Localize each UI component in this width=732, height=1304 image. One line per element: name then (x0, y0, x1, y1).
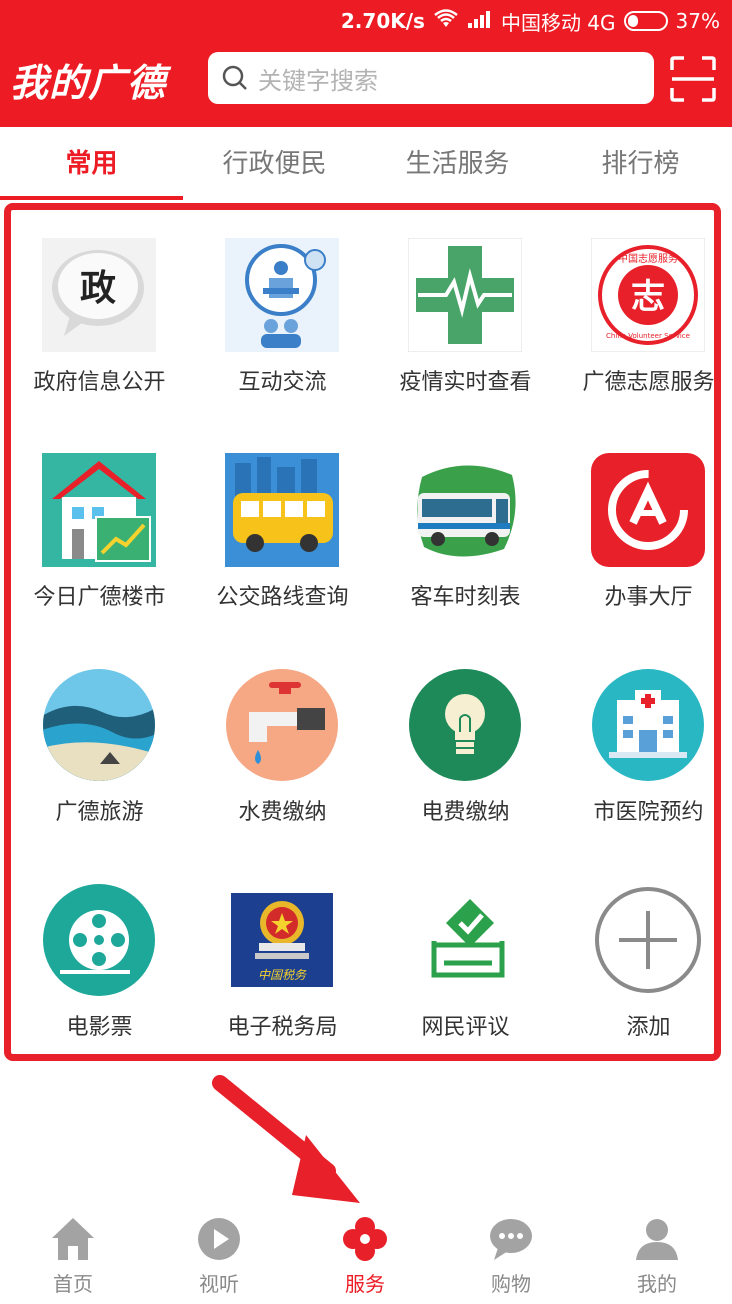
svg-text:志: 志 (631, 277, 665, 317)
nav-item-profile[interactable]: 我的 (584, 1200, 730, 1304)
service-label: 添加 (626, 1015, 671, 1040)
status-bar: 2.70K/s 中国移动 4G 37% (340, 8, 720, 35)
hospital-icon (591, 668, 705, 782)
nav-item-services[interactable]: 服务 (292, 1200, 438, 1304)
service-item-add[interactable]: 添加 (557, 855, 732, 1070)
medical-cross-icon (407, 237, 523, 353)
service-item-service-hall[interactable]: 办事大厅 (557, 425, 732, 640)
service-label: 电费缴纳 (421, 800, 510, 825)
clover-icon (343, 1217, 387, 1261)
signal-icon (467, 9, 493, 34)
search-placeholder: 关键字搜索 (258, 66, 378, 95)
service-item-tourism[interactable]: 广德旅游 (8, 640, 191, 855)
service-item-gov-info[interactable]: 政 政府信息公开 (8, 210, 191, 425)
chat-icon (490, 1219, 532, 1260)
service-label: 电影票 (66, 1015, 133, 1040)
service-item-tax-bureau[interactable]: 中国税务 电子税务局 (191, 855, 374, 1070)
add-icon (591, 883, 705, 997)
nav-label: 服务 (345, 1272, 385, 1296)
home-icon (52, 1218, 94, 1260)
service-label: 今日广德楼市 (33, 585, 166, 610)
tax-bureau-icon: 中国税务 (225, 883, 339, 997)
tourism-icon (42, 668, 156, 782)
gov-info-icon: 政 (42, 238, 156, 352)
active-tab-indicator (0, 196, 183, 200)
service-label: 水费缴纳 (238, 800, 327, 825)
battery-icon (623, 11, 668, 31)
ballot-icon (408, 883, 522, 997)
play-icon (198, 1218, 240, 1260)
nav-label: 购物 (491, 1272, 531, 1296)
service-label: 电子税务局 (227, 1015, 338, 1040)
tab-administration[interactable]: 行政便民 (183, 127, 366, 201)
nav-item-home[interactable]: 首页 (0, 1200, 146, 1304)
water-tap-icon (225, 668, 339, 782)
service-label: 办事大厅 (604, 585, 693, 610)
service-item-epidemic[interactable]: 疫情实时查看 (374, 210, 557, 425)
person-icon (636, 1219, 678, 1260)
bottom-nav: 首页 视听 服务 购物 我的 (0, 1200, 732, 1304)
service-label: 市医院预约 (593, 800, 704, 825)
service-label: 广德旅游 (55, 800, 144, 825)
interaction-icon (225, 238, 339, 352)
nav-item-shopping[interactable]: 购物 (438, 1200, 584, 1304)
service-label: 疫情实时查看 (399, 370, 532, 395)
nav-label: 视听 (199, 1272, 239, 1296)
search-icon (222, 65, 247, 90)
svg-text:China Volunteer Service: China Volunteer Service (606, 332, 690, 340)
film-reel-icon (42, 883, 156, 997)
service-item-house-market[interactable]: 今日广德楼市 (8, 425, 191, 640)
bus-icon (225, 453, 339, 567)
service-label: 网民评议 (421, 1015, 510, 1040)
network-speed: 2.70K/s (340, 9, 425, 33)
service-item-comment[interactable]: 网民评议 (374, 855, 557, 1070)
tab-life-services[interactable]: 生活服务 (366, 127, 549, 201)
house-market-icon (42, 453, 156, 567)
carrier-label: 中国移动 4G (500, 10, 616, 35)
service-label: 互动交流 (238, 370, 327, 395)
pointer-arrow-icon (212, 1075, 360, 1203)
volunteer-icon: 志 中国志愿服务 China Volunteer Service (590, 237, 706, 353)
service-label: 政府信息公开 (33, 370, 166, 395)
category-tabs: 常用 行政便民 生活服务 排行榜 (0, 127, 732, 201)
nav-label: 我的 (637, 1272, 677, 1296)
service-item-hospital[interactable]: 市医院预约 (557, 640, 732, 855)
service-item-interaction[interactable]: 互动交流 (191, 210, 374, 425)
service-item-movie-ticket[interactable]: 电影票 (8, 855, 191, 1070)
service-item-coach[interactable]: 客车时刻表 (374, 425, 557, 640)
tab-ranking[interactable]: 排行榜 (549, 127, 732, 201)
battery-percent: 37% (675, 9, 720, 33)
scan-icon[interactable] (670, 56, 716, 102)
light-bulb-icon (408, 668, 522, 782)
search-input[interactable]: 关键字搜索 (208, 52, 654, 104)
service-grid: 政 政府信息公开 互动交流 疫情实时查看 志 中国志愿服务 China Volunt… (4, 203, 721, 1061)
service-hall-icon (591, 453, 705, 567)
service-item-volunteer[interactable]: 志 中国志愿服务 China Volunteer Service 广德志愿服务 (557, 210, 732, 425)
tab-common[interactable]: 常用 (0, 127, 183, 201)
service-item-electric-fee[interactable]: 电费缴纳 (374, 640, 557, 855)
wifi-icon (433, 8, 459, 34)
coach-icon (408, 453, 522, 567)
service-label: 客车时刻表 (410, 585, 521, 610)
app-title: 我的广德 (10, 61, 167, 105)
svg-text:政: 政 (80, 268, 116, 309)
svg-text:中国志愿服务: 中国志愿服务 (618, 252, 678, 265)
service-item-bus[interactable]: 公交路线查询 (191, 425, 374, 640)
service-label: 公交路线查询 (216, 585, 349, 610)
service-item-water-fee[interactable]: 水费缴纳 (191, 640, 374, 855)
svg-text:中国税务: 中国税务 (258, 968, 307, 982)
nav-label: 首页 (53, 1272, 93, 1296)
app-header: 2.70K/s 中国移动 4G 37% 我的广德 关键字搜索 (0, 0, 732, 127)
nav-item-media[interactable]: 视听 (146, 1200, 292, 1304)
service-label: 广德志愿服务 (582, 370, 715, 395)
